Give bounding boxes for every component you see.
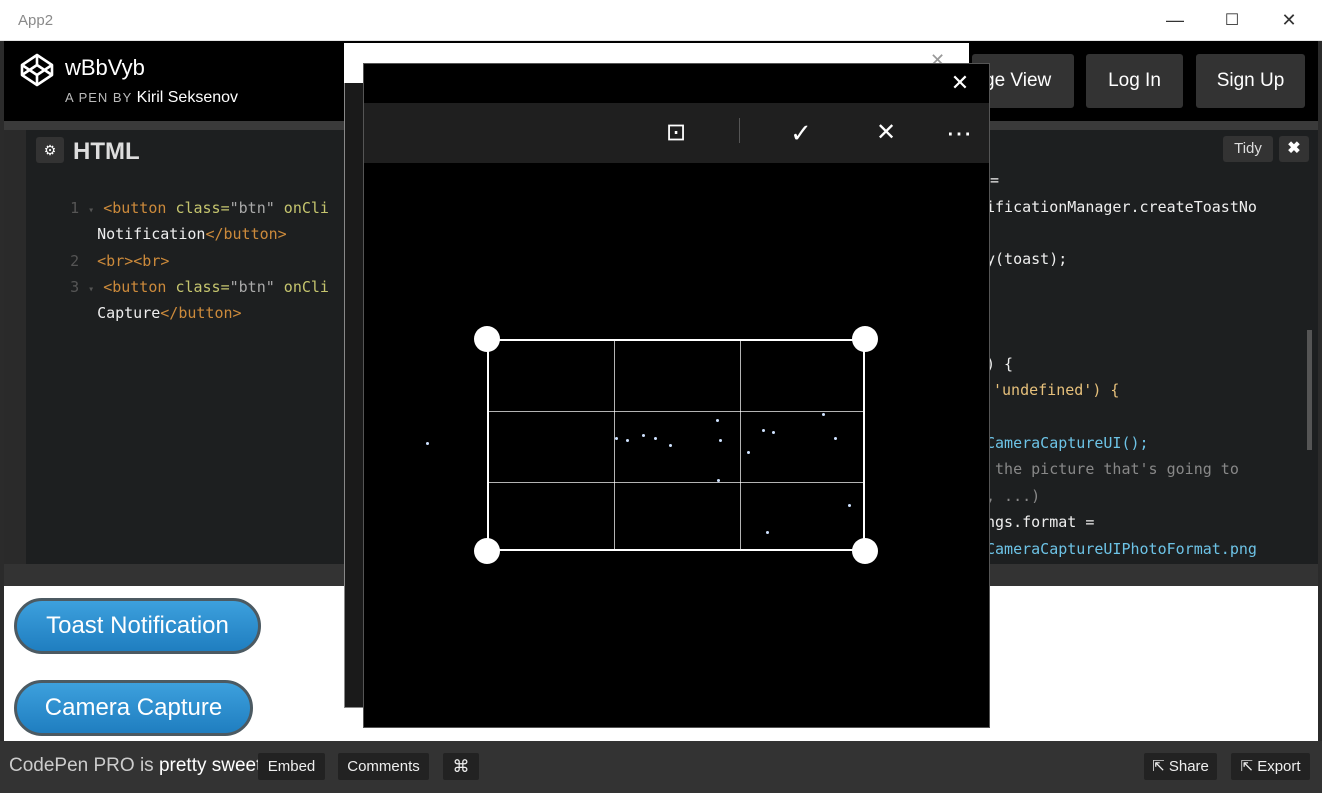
toast-notification-button[interactable]: Toast Notification bbox=[14, 598, 261, 654]
pro-promo-link[interactable]: CodePen PRO is pretty sweet. bbox=[9, 755, 267, 777]
crop-handle-top-right[interactable] bbox=[852, 326, 878, 352]
tidy-button[interactable]: Tidy bbox=[1223, 136, 1273, 162]
codepen-logo-icon[interactable] bbox=[20, 53, 54, 87]
author-link[interactable]: Kiril Seksenov bbox=[137, 89, 238, 106]
window-titlebar bbox=[0, 0, 1322, 41]
code-text: Capture bbox=[97, 304, 161, 322]
line-number: 1 bbox=[70, 199, 80, 217]
js-code-line: = bbox=[990, 171, 1000, 189]
export-icon: ⇱ bbox=[1240, 758, 1254, 775]
toolbar-divider bbox=[739, 118, 740, 143]
comments-button[interactable]: Comments bbox=[338, 753, 429, 780]
minimize-button[interactable]: — bbox=[1147, 0, 1203, 41]
html-editor-label: HTML bbox=[73, 138, 140, 165]
js-code-line: 'undefined') { bbox=[993, 381, 1120, 399]
js-code-line: CameraCaptureUI(); bbox=[986, 434, 1149, 452]
export-label: Export bbox=[1257, 758, 1301, 775]
close-editor-button[interactable]: ✖ bbox=[1279, 136, 1309, 162]
maximize-button[interactable]: ☐ bbox=[1204, 0, 1260, 41]
window-title: App2 bbox=[18, 12, 54, 29]
camera-close-button[interactable]: ✕ bbox=[945, 68, 975, 98]
code-tag: </button> bbox=[160, 304, 242, 322]
more-options-icon[interactable]: ⋯ bbox=[939, 113, 979, 153]
export-button[interactable]: ⇱ Export bbox=[1231, 753, 1310, 780]
js-code-comment: the picture that's going to bbox=[986, 460, 1239, 478]
js-code-comment: , ...) bbox=[986, 487, 1041, 505]
pen-byline: A PEN BY Kiril Seksenov bbox=[65, 89, 238, 107]
html-gutter-bar bbox=[4, 130, 26, 564]
line-number: 3 bbox=[70, 278, 80, 296]
share-label: Share bbox=[1168, 758, 1209, 775]
photo-light bbox=[426, 442, 429, 445]
crop-grid-line bbox=[614, 341, 615, 549]
cancel-close-icon[interactable]: ✕ bbox=[866, 113, 906, 153]
js-code-line: ngs.format = bbox=[986, 513, 1095, 531]
keyboard-shortcuts-icon[interactable]: ⌘ bbox=[443, 753, 479, 780]
crop-handle-top-left[interactable] bbox=[474, 326, 500, 352]
js-scrollbar[interactable] bbox=[1307, 330, 1312, 450]
share-icon: ⇱ bbox=[1152, 758, 1165, 775]
crop-handle-bottom-right[interactable] bbox=[852, 538, 878, 564]
crop-handle-bottom-left[interactable] bbox=[474, 538, 500, 564]
embed-button[interactable]: Embed bbox=[258, 753, 325, 780]
code-line: Capture</button> bbox=[79, 286, 242, 322]
accept-check-icon[interactable]: ✓ bbox=[781, 113, 821, 153]
camera-capture-button[interactable]: Camera Capture bbox=[14, 680, 253, 736]
js-code-line: y(toast); bbox=[986, 250, 1068, 268]
code-attr: onCli bbox=[274, 278, 329, 296]
js-code-line: ) { bbox=[986, 355, 1014, 373]
camera-titlebar bbox=[364, 64, 989, 103]
signup-button[interactable]: Sign Up bbox=[1196, 54, 1305, 108]
js-code-line: ificationManager.createToastNo bbox=[986, 198, 1257, 216]
crop-grid-line bbox=[489, 482, 863, 483]
pro-suffix: pretty sweet. bbox=[158, 755, 267, 776]
code-tag: </button> bbox=[205, 225, 287, 243]
close-window-button[interactable]: ✕ bbox=[1261, 0, 1317, 41]
byline-prefix: A PEN BY bbox=[65, 90, 133, 105]
crop-grid-line bbox=[740, 341, 741, 549]
crop-frame[interactable] bbox=[487, 339, 865, 551]
login-button[interactable]: Log In bbox=[1086, 54, 1183, 108]
aspect-ratio-icon[interactable]: ⊡ bbox=[656, 113, 696, 153]
crop-grid-line bbox=[489, 411, 863, 412]
pro-prefix: CodePen PRO is bbox=[9, 755, 154, 776]
pen-title: wBbVyb bbox=[65, 55, 145, 80]
share-button[interactable]: ⇱ Share bbox=[1144, 753, 1217, 780]
js-code-line: CameraCaptureUIPhotoFormat.png bbox=[986, 540, 1257, 558]
gear-icon[interactable]: ⚙ bbox=[36, 137, 64, 163]
